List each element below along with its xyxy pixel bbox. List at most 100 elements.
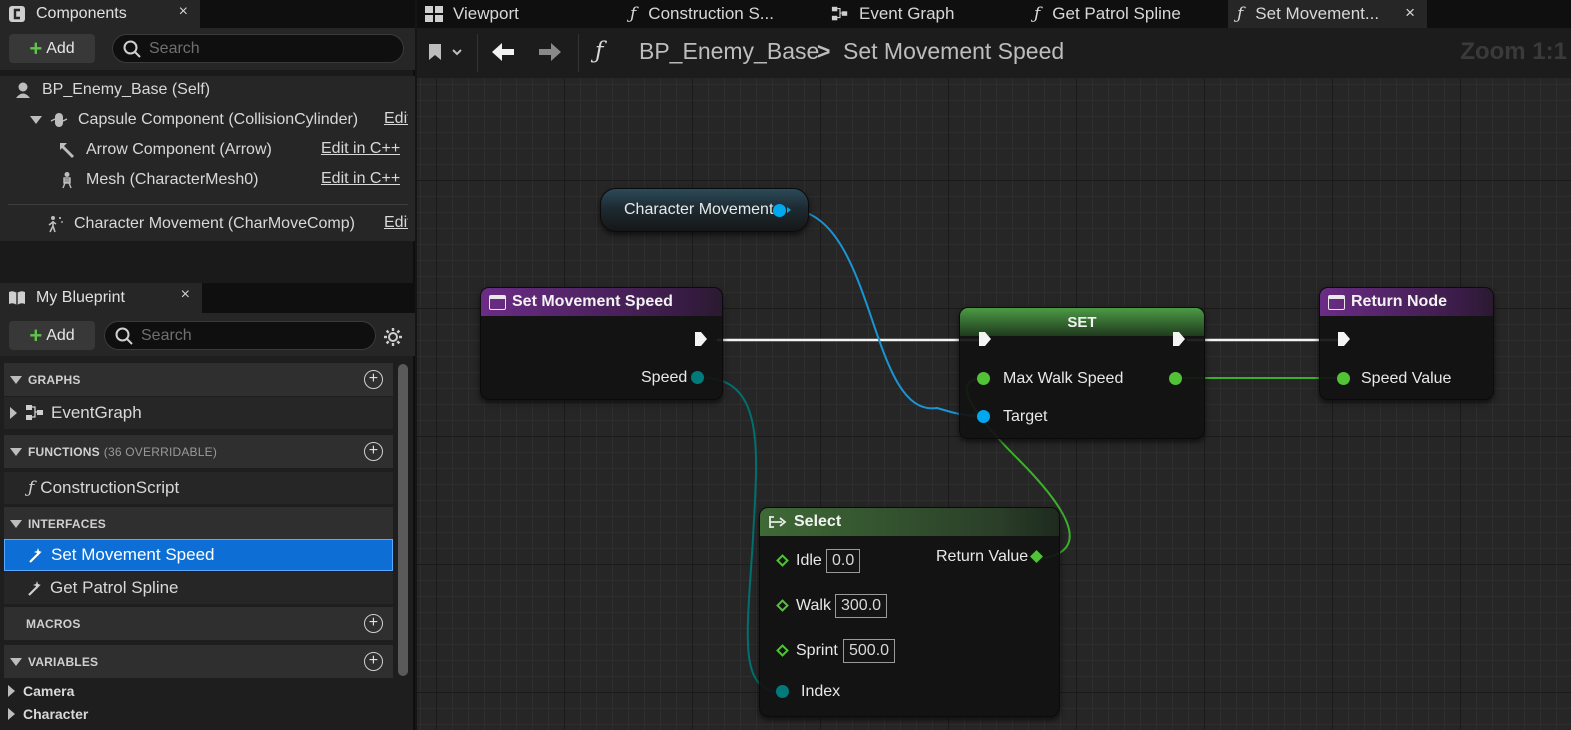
edit-in-cpp-link[interactable]: Edit in C++: [384, 214, 408, 232]
interface-label: Get Patrol Spline: [50, 578, 179, 597]
component-label: Mesh (CharacterMesh0): [86, 171, 259, 188]
components-add-button[interactable]: + Add: [9, 34, 95, 63]
option-pin[interactable]: [776, 554, 789, 567]
edit-in-cpp-link[interactable]: Edit in C++: [321, 140, 400, 158]
section-graphs[interactable]: GRAPHS +: [4, 363, 393, 396]
tab-get-patrol-spline[interactable]: ƒ Get Patrol Spline: [1034, 0, 1181, 28]
close-icon[interactable]: ×: [179, 3, 188, 21]
interface-item-get-patrol-spline[interactable]: Get Patrol Spline: [4, 572, 393, 604]
component-label: Capsule Component (CollisionCylinder): [78, 111, 359, 128]
tab-label: Event Graph: [859, 4, 955, 23]
exec-out-pin[interactable]: [1172, 331, 1186, 347]
pin-label: Speed Value: [1361, 370, 1452, 387]
section-macros[interactable]: MACROS +: [4, 607, 393, 640]
option-value-input[interactable]: 0.0: [826, 549, 861, 573]
section-title: GRAPHS: [28, 372, 81, 387]
plus-icon: +: [29, 35, 43, 61]
return-value-pin[interactable]: [1030, 550, 1043, 563]
exec-in-pin[interactable]: [978, 331, 992, 347]
back-arrow-icon[interactable]: [490, 42, 516, 62]
edit-in-cpp-link[interactable]: Edit in C++: [384, 110, 408, 128]
breadcrumb-separator: >: [817, 38, 831, 64]
section-functions[interactable]: FUNCTIONS (36 OVERRIDABLE) +: [4, 435, 393, 468]
forward-arrow-icon[interactable]: [537, 42, 563, 62]
target-pin[interactable]: [977, 410, 990, 423]
interface-item-set-movement-speed[interactable]: Set Movement Speed: [4, 539, 393, 571]
edit-in-cpp-link[interactable]: Edit in C++: [321, 170, 400, 188]
collapse-arrow-icon[interactable]: [10, 519, 22, 528]
close-icon[interactable]: ×: [1405, 3, 1415, 23]
function-icon: ƒ: [1237, 4, 1244, 24]
node-function-entry[interactable]: Set Movement Speed Speed: [480, 287, 723, 400]
object-pin[interactable]: [773, 204, 786, 217]
add-macro-icon[interactable]: +: [364, 614, 383, 633]
gear-icon[interactable]: [383, 327, 403, 347]
component-capsule[interactable]: Capsule Component (CollisionCylinder): [30, 106, 440, 134]
option-pin[interactable]: [776, 599, 789, 612]
node-select[interactable]: Select Idle 0.0 Walk 300.0 Sprint 500.0 …: [759, 507, 1060, 717]
float-pin[interactable]: [977, 372, 990, 385]
expand-arrow-icon[interactable]: [8, 684, 15, 697]
plus-icon: +: [29, 322, 43, 348]
byte-pin[interactable]: [691, 371, 704, 384]
option-value-input[interactable]: 500.0: [843, 639, 896, 663]
node-header: Return Node: [1320, 288, 1493, 316]
collapse-arrow-icon[interactable]: [30, 116, 42, 124]
search-icon: [115, 327, 133, 345]
tab-set-movement-speed[interactable]: ƒ Set Movement... ×: [1228, 0, 1427, 28]
category-label: Camera: [23, 682, 75, 699]
collapse-arrow-icon[interactable]: [10, 447, 22, 456]
expand-arrow-icon[interactable]: [8, 707, 15, 720]
node-set[interactable]: SET Max Walk Speed Target: [959, 307, 1205, 439]
section-variables[interactable]: VARIABLES +: [4, 645, 393, 678]
graph-item-eventgraph[interactable]: EventGraph: [4, 397, 393, 429]
component-label: Arrow Component (Arrow): [86, 141, 272, 158]
add-graph-icon[interactable]: +: [364, 370, 383, 389]
tab-label: Set Movement...: [1255, 4, 1380, 23]
add-variable-icon[interactable]: +: [364, 652, 383, 671]
section-interfaces[interactable]: INTERFACES: [4, 507, 393, 540]
pin-label: Speed: [641, 369, 688, 386]
scrollbar[interactable]: [398, 364, 408, 676]
capsule-icon: [50, 113, 68, 127]
my-blueprint-tabbar: My Blueprint ×: [0, 283, 415, 313]
tab-my-blueprint[interactable]: My Blueprint ×: [0, 283, 202, 313]
node-return[interactable]: Return Node Speed Value: [1319, 287, 1494, 400]
component-arrow[interactable]: Arrow Component (Arrow): [58, 136, 468, 164]
exec-in-pin[interactable]: [1337, 331, 1351, 347]
tab-construction-script[interactable]: ƒ Construction S...: [630, 0, 774, 28]
node-title: Return Node: [1351, 293, 1447, 310]
float-out-pin[interactable]: [1169, 372, 1182, 385]
function-icon: ƒ: [28, 478, 35, 498]
exec-out-pin[interactable]: [694, 331, 708, 347]
bookmark-dropdown-icon[interactable]: [427, 42, 463, 62]
close-icon[interactable]: ×: [181, 286, 190, 304]
function-item-constructionscript[interactable]: ƒ ConstructionScript: [4, 472, 393, 504]
index-pin[interactable]: [776, 685, 789, 698]
component-mesh[interactable]: Mesh (CharacterMesh0): [58, 166, 468, 194]
node-character-movement[interactable]: Character Movement: [600, 188, 809, 232]
variable-category-camera[interactable]: Camera: [4, 679, 393, 702]
option-pin[interactable]: [776, 644, 789, 657]
tab-viewport[interactable]: Viewport: [425, 0, 519, 28]
add-function-icon[interactable]: +: [364, 442, 383, 461]
my-blueprint-search-input[interactable]: Search: [104, 321, 376, 350]
skeletal-mesh-icon: [62, 172, 72, 189]
variable-category-character[interactable]: Character: [4, 702, 393, 725]
collapse-arrow-icon[interactable]: [10, 657, 22, 666]
components-search-input[interactable]: Search: [112, 34, 404, 63]
component-self[interactable]: BP_Enemy_Base (Self): [14, 76, 424, 104]
function-icon: ƒ: [630, 4, 637, 24]
tab-event-graph[interactable]: Event Graph: [831, 0, 954, 28]
my-blueprint-add-button[interactable]: + Add: [9, 321, 95, 350]
tab-components[interactable]: Components ×: [0, 0, 200, 28]
float-pin[interactable]: [1337, 372, 1350, 385]
object-wire: [786, 208, 986, 417]
expand-arrow-icon[interactable]: [10, 407, 17, 419]
node-label: Character Movement: [624, 201, 774, 218]
option-value-input[interactable]: 300.0: [835, 594, 888, 618]
collapse-arrow-icon[interactable]: [10, 375, 22, 384]
breadcrumb-blueprint[interactable]: BP_Enemy_Base: [639, 38, 819, 65]
graph-toolbar: ƒ BP_Enemy_Base > Set Movement Speed Zoo…: [417, 28, 1571, 78]
graph-canvas[interactable]: Character Movement Set Movement Speed Sp…: [417, 78, 1571, 730]
